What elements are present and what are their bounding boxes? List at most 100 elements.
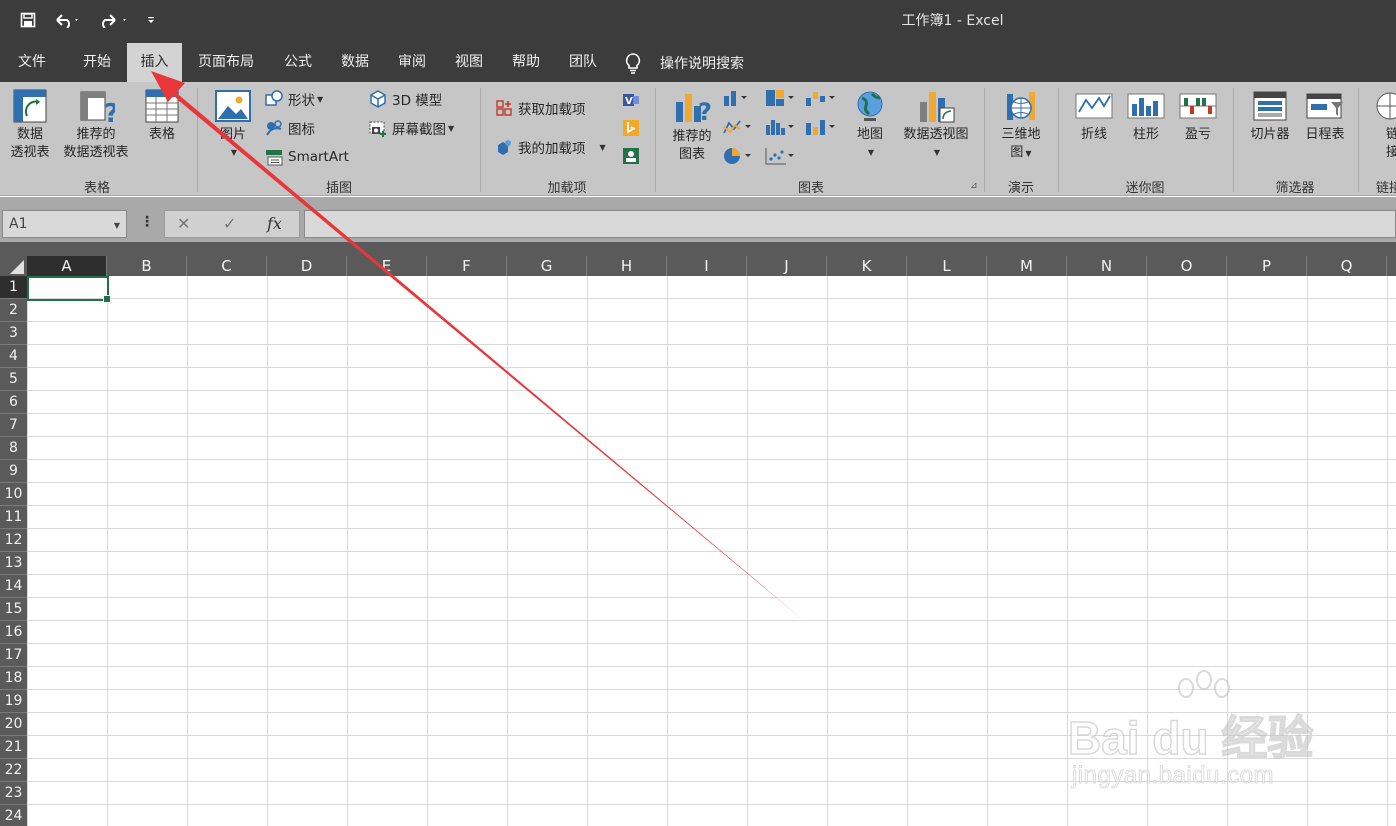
- link-button[interactable]: 链 接: [1370, 88, 1396, 162]
- row-header-2[interactable]: 2: [0, 299, 27, 322]
- name-box-dropdown-icon[interactable]: ▼: [114, 221, 120, 230]
- row-header-15[interactable]: 15: [0, 598, 27, 621]
- column-header-l[interactable]: L: [907, 256, 987, 276]
- column-header-o[interactable]: O: [1147, 256, 1227, 276]
- row-header-1[interactable]: 1: [0, 276, 27, 299]
- 3d-map-dropdown-icon: ▼: [1025, 149, 1032, 158]
- timeline-button[interactable]: 日程表: [1300, 88, 1350, 144]
- baidu-watermark: Bai du 经验 jingyan.baidu.com: [1067, 670, 1328, 800]
- column-header-m[interactable]: M: [987, 256, 1067, 276]
- row-header-19[interactable]: 19: [0, 690, 27, 713]
- tell-me-search[interactable]: 操作说明搜索: [624, 43, 744, 82]
- icons-button[interactable]: 图标: [264, 117, 315, 139]
- column-chart-icon[interactable]: [722, 88, 750, 108]
- row-header-7[interactable]: 7: [0, 414, 27, 437]
- visio-addin-icon[interactable]: V: [622, 90, 640, 110]
- pivot-table-label-2: 透视表: [10, 145, 50, 160]
- pivot-table-button[interactable]: 数据 透视表: [6, 88, 54, 162]
- combo-chart-icon[interactable]: [804, 117, 836, 137]
- people-graph-icon[interactable]: [622, 146, 640, 166]
- line-chart-icon[interactable]: [722, 117, 754, 137]
- formula-bar-grip-icon[interactable]: ⋮: [140, 214, 154, 230]
- formula-input[interactable]: [304, 210, 1396, 238]
- row-header-21[interactable]: 21: [0, 736, 27, 759]
- tab-file[interactable]: 文件: [4, 43, 60, 82]
- row-header-13[interactable]: 13: [0, 552, 27, 575]
- maps-button[interactable]: 地图 ▼: [848, 88, 892, 162]
- cancel-icon[interactable]: ✕: [177, 214, 190, 233]
- column-header-a[interactable]: A: [27, 256, 107, 276]
- slicer-icon: [1253, 91, 1287, 121]
- row-header-4[interactable]: 4: [0, 345, 27, 368]
- insert-function-icon[interactable]: fx: [267, 214, 282, 233]
- get-addins-button[interactable]: 获取加载项: [494, 97, 586, 119]
- column-header-h[interactable]: H: [587, 256, 667, 276]
- column-header-k[interactable]: K: [827, 256, 907, 276]
- row-header-12[interactable]: 12: [0, 529, 27, 552]
- column-header-c[interactable]: C: [187, 256, 267, 276]
- row-header-23[interactable]: 23: [0, 782, 27, 805]
- row-header-8[interactable]: 8: [0, 437, 27, 460]
- tab-view[interactable]: 视图: [444, 43, 494, 82]
- row-header-17[interactable]: 17: [0, 644, 27, 667]
- recommended-pivot-button[interactable]: ? 推荐的 数据透视表: [56, 88, 136, 162]
- column-header-p[interactable]: P: [1227, 256, 1307, 276]
- scatter-chart-icon[interactable]: [764, 146, 796, 166]
- tab-insert[interactable]: 插入: [127, 43, 182, 82]
- screenshot-button[interactable]: 屏幕截图 ▼: [368, 117, 454, 139]
- sparkline-line-button[interactable]: 折线: [1070, 88, 1118, 144]
- row-header-5[interactable]: 5: [0, 368, 27, 391]
- row-header-10[interactable]: 10: [0, 483, 27, 506]
- my-addins-label: 我的加载项: [518, 141, 586, 157]
- tab-home[interactable]: 开始: [70, 43, 124, 82]
- column-header-f[interactable]: F: [427, 256, 507, 276]
- row-header-16[interactable]: 16: [0, 621, 27, 644]
- charts-dialog-launcher-icon[interactable]: ⊿: [970, 181, 978, 191]
- pictures-button[interactable]: 图片 ▼: [208, 88, 258, 162]
- row-header-14[interactable]: 14: [0, 575, 27, 598]
- tab-review[interactable]: 审阅: [388, 43, 436, 82]
- select-all-button[interactable]: [0, 256, 27, 276]
- column-header-j[interactable]: J: [747, 256, 827, 276]
- sparkline-column-button[interactable]: 柱形: [1122, 88, 1170, 144]
- hierarchy-chart-icon[interactable]: [764, 88, 796, 108]
- row-header-9[interactable]: 9: [0, 460, 27, 483]
- column-header-n[interactable]: N: [1067, 256, 1147, 276]
- column-header-e[interactable]: E: [347, 256, 427, 276]
- table-button[interactable]: 表格: [140, 88, 184, 144]
- tab-page-layout[interactable]: 页面布局: [190, 43, 262, 82]
- row-header-20[interactable]: 20: [0, 713, 27, 736]
- row-header-3[interactable]: 3: [0, 322, 27, 345]
- 3d-models-button[interactable]: 3D 模型: [368, 88, 442, 110]
- pie-chart-icon[interactable]: [722, 146, 754, 166]
- smartart-button[interactable]: SmartArt: [264, 146, 349, 168]
- tab-data[interactable]: 数据: [330, 43, 380, 82]
- tab-team[interactable]: 团队: [558, 43, 608, 82]
- column-header-q[interactable]: Q: [1307, 256, 1387, 276]
- slicer-button[interactable]: 切片器: [1242, 88, 1298, 144]
- enter-icon[interactable]: ✓: [223, 214, 236, 233]
- tab-help[interactable]: 帮助: [502, 43, 550, 82]
- row-header-24[interactable]: 24: [0, 805, 27, 826]
- column-header-b[interactable]: B: [107, 256, 187, 276]
- column-header-d[interactable]: D: [267, 256, 347, 276]
- row-header-6[interactable]: 6: [0, 391, 27, 414]
- name-box[interactable]: A1 ▼: [2, 210, 127, 238]
- waterfall-chart-icon[interactable]: [804, 88, 836, 108]
- column-header-g[interactable]: G: [507, 256, 587, 276]
- shapes-button[interactable]: 形状 ▼: [264, 88, 323, 110]
- my-addins-button[interactable]: 我的加载项 ▼: [494, 136, 606, 158]
- tab-formulas[interactable]: 公式: [272, 43, 324, 82]
- statistic-chart-icon[interactable]: [764, 117, 796, 137]
- bing-maps-icon[interactable]: [622, 118, 640, 138]
- column-header-i[interactable]: I: [667, 256, 747, 276]
- pivot-chart-button[interactable]: 数据透视图 ▼: [896, 88, 976, 162]
- row-header-22[interactable]: 22: [0, 759, 27, 782]
- sparkline-winloss-button[interactable]: 盈亏: [1174, 88, 1222, 144]
- lightbulb-icon: [625, 52, 641, 74]
- active-cell-a1[interactable]: [27, 276, 111, 303]
- row-header-11[interactable]: 11: [0, 506, 27, 529]
- 3d-map-button[interactable]: 三维地 图 ▼: [994, 88, 1048, 163]
- recommended-charts-button[interactable]: ? 推荐的 图表: [664, 88, 720, 164]
- row-header-18[interactable]: 18: [0, 667, 27, 690]
